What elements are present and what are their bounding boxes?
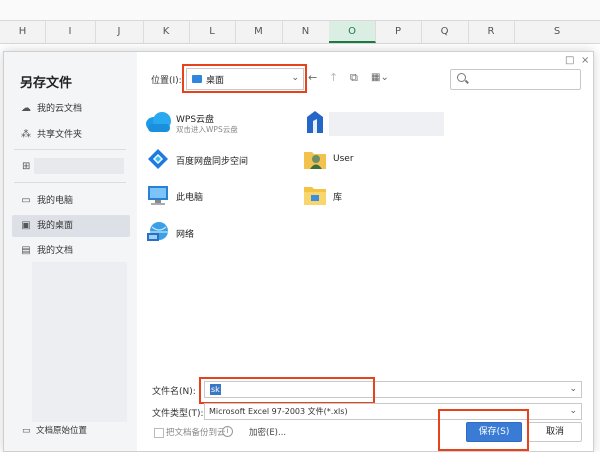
backup-label: 把文档备份到云: [166, 428, 226, 438]
sidebar-item-label: 文档原始位置: [36, 426, 88, 436]
blurred-recent-area: [32, 262, 127, 422]
item-name: 网络: [176, 230, 195, 240]
item-name: User: [333, 154, 354, 164]
column-header[interactable]: R: [468, 21, 515, 43]
sidebar-item-label: 我的文档: [37, 246, 74, 256]
baidu-netdisk-icon: [148, 149, 168, 169]
sidebar-item-original-location[interactable]: ▭ 文档原始位置: [22, 424, 87, 436]
search-input[interactable]: [450, 69, 581, 90]
column-header[interactable]: M: [235, 21, 283, 43]
column-header[interactable]: Q: [421, 21, 469, 43]
save-as-dialog: □ × 另存文件 ☁ 我的云文档 ⁂ 共享文件夹 ⊞ ▭ 我的电脑 ▣ 我的桌面…: [3, 51, 594, 452]
sidebar-item-my-documents[interactable]: ▤ 我的文档: [12, 240, 130, 262]
filetype-label: 文件类型(T):: [152, 409, 204, 419]
desktop-icon: ▣: [21, 220, 31, 231]
item-name: 百度网盘同步空间: [176, 157, 249, 167]
sheet-formula-area: [0, 0, 600, 20]
this-pc-icon: [148, 186, 168, 205]
sidebar-item-cloud-docs[interactable]: ☁ 我的云文档: [12, 98, 130, 120]
info-icon[interactable]: i: [222, 426, 233, 437]
cancel-button[interactable]: 取消: [528, 422, 582, 442]
item-wps-cloud[interactable]: WPS云盘 双击进入WPS云盘: [144, 107, 294, 137]
blurred-item-name: [329, 112, 444, 136]
column-header[interactable]: J: [95, 21, 144, 43]
network-icon: [147, 222, 168, 241]
new-folder-icon[interactable]: ⧉: [350, 71, 358, 85]
chevron-down-icon: ⌄: [569, 384, 577, 394]
user-folder-icon: [304, 152, 326, 169]
encrypt-link[interactable]: 加密(E)...: [249, 426, 286, 438]
maximize-icon[interactable]: □: [565, 55, 574, 66]
app-icon: [307, 111, 323, 133]
highlight-location: [182, 64, 307, 93]
wps-cloud-icon: [146, 112, 171, 132]
sidebar-item-label: 共享文件夹: [37, 130, 83, 140]
sidebar-item-label: 我的云文档: [37, 104, 83, 114]
highlight-filename: [199, 377, 375, 404]
column-header[interactable]: L: [189, 21, 236, 43]
close-icon[interactable]: ×: [581, 55, 589, 66]
column-header[interactable]: K: [143, 21, 190, 43]
filename-label: 文件名(N):: [152, 387, 196, 397]
chevron-down-icon: ⌄: [569, 406, 577, 416]
sidebar-item-label: 我的桌面: [37, 221, 74, 231]
column-header-active[interactable]: O: [329, 21, 376, 43]
sidebar-item-my-desktop[interactable]: ▣ 我的桌面: [12, 215, 130, 237]
folder-icon: ▭: [22, 426, 31, 436]
column-header[interactable]: P: [375, 21, 422, 43]
sidebar-divider: [14, 149, 126, 150]
item-this-pc[interactable]: 此电脑: [144, 180, 294, 210]
view-mode-icon[interactable]: ▦⌄: [371, 71, 389, 85]
share-icon: ⁂: [21, 129, 31, 140]
dialog-title: 另存文件: [20, 76, 73, 91]
computer-icon: ▭: [21, 195, 31, 206]
item-user-folder[interactable]: User: [301, 144, 451, 174]
item-name: 此电脑: [176, 193, 204, 203]
column-header[interactable]: S: [514, 21, 600, 43]
column-header[interactable]: I: [45, 21, 96, 43]
account-icon: ⊞: [22, 161, 31, 172]
cloud-icon: ☁: [21, 103, 31, 114]
item-name: 库: [333, 193, 343, 203]
highlight-save: [438, 409, 529, 451]
back-arrow-icon[interactable]: ←: [308, 71, 317, 85]
library-folder-icon: [304, 187, 326, 205]
search-icon: [457, 73, 466, 82]
up-arrow-icon[interactable]: ↑: [329, 71, 338, 85]
item-subtitle: 双击进入WPS云盘: [176, 125, 238, 134]
item-network[interactable]: 网络: [144, 217, 294, 247]
sidebar-divider: [14, 182, 126, 183]
column-header-row: H I J K L M N O P Q R S: [0, 20, 600, 44]
sidebar-item-my-computer[interactable]: ▭ 我的电脑: [12, 190, 130, 212]
item-baidu-netdisk[interactable]: 百度网盘同步空间: [144, 144, 294, 174]
item-library[interactable]: 库: [301, 180, 451, 210]
column-header[interactable]: N: [282, 21, 330, 43]
backup-checkbox[interactable]: [154, 428, 164, 438]
filetype-value: Microsoft Excel 97-2003 文件(*.xls): [209, 407, 348, 416]
blurred-account: [34, 158, 124, 174]
sidebar: 另存文件 ☁ 我的云文档 ⁂ 共享文件夹 ⊞ ▭ 我的电脑 ▣ 我的桌面 ▤ 我…: [4, 52, 137, 451]
sidebar-item-label: 我的电脑: [37, 196, 74, 206]
sidebar-item-shared-folder[interactable]: ⁂ 共享文件夹: [12, 124, 130, 146]
document-icon: ▤: [21, 245, 31, 256]
column-header[interactable]: H: [0, 21, 46, 43]
location-label: 位置(I):: [151, 76, 182, 86]
